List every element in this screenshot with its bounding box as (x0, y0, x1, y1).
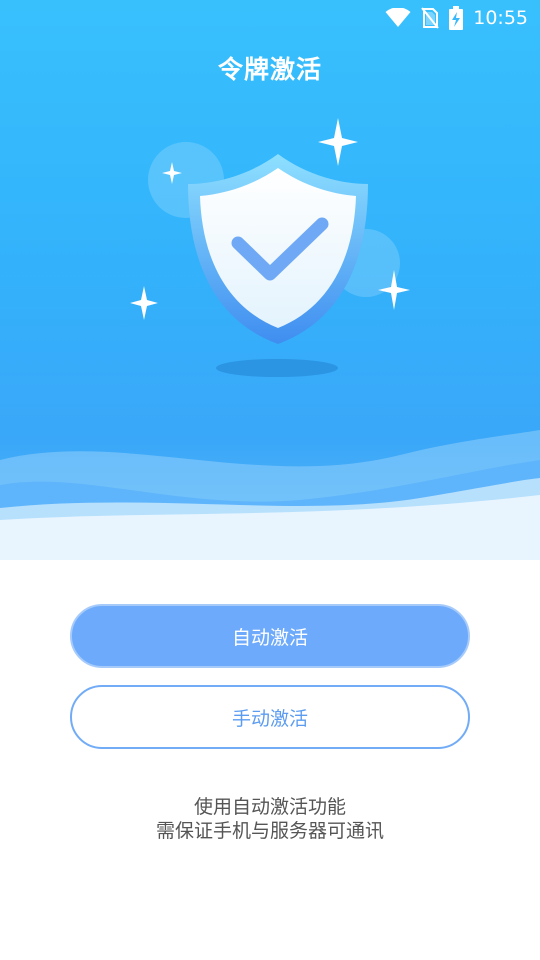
hint-line-1: 使用自动激活功能 (193, 796, 346, 818)
status-time: 10:55 (473, 7, 528, 29)
page-title: 令牌激活 (217, 55, 322, 84)
shield-check-icon (188, 154, 368, 344)
no-sim-icon (421, 7, 440, 29)
status-bar: 10:55 (0, 0, 540, 36)
manual-activate-button[interactable]: 手动激活 (70, 685, 470, 749)
token-activation-screen: 10:55 令牌激活 自动激活 手动激活 使用自动激活功能 需保证手机与服务器可… (0, 0, 540, 960)
hint-line-2: 需保证手机与服务器可通讯 (155, 820, 384, 842)
sparkle-icon (130, 286, 158, 320)
battery-charging-icon (449, 6, 464, 30)
activation-hint: 使用自动激活功能 需保证手机与服务器可通讯 (0, 795, 540, 843)
auto-activate-button[interactable]: 自动激活 (70, 604, 470, 668)
shield-shadow (216, 359, 338, 377)
shield-illustration (130, 118, 410, 377)
sparkle-icon (318, 118, 358, 166)
wave-decoration (0, 430, 540, 600)
wifi-icon (385, 8, 411, 28)
